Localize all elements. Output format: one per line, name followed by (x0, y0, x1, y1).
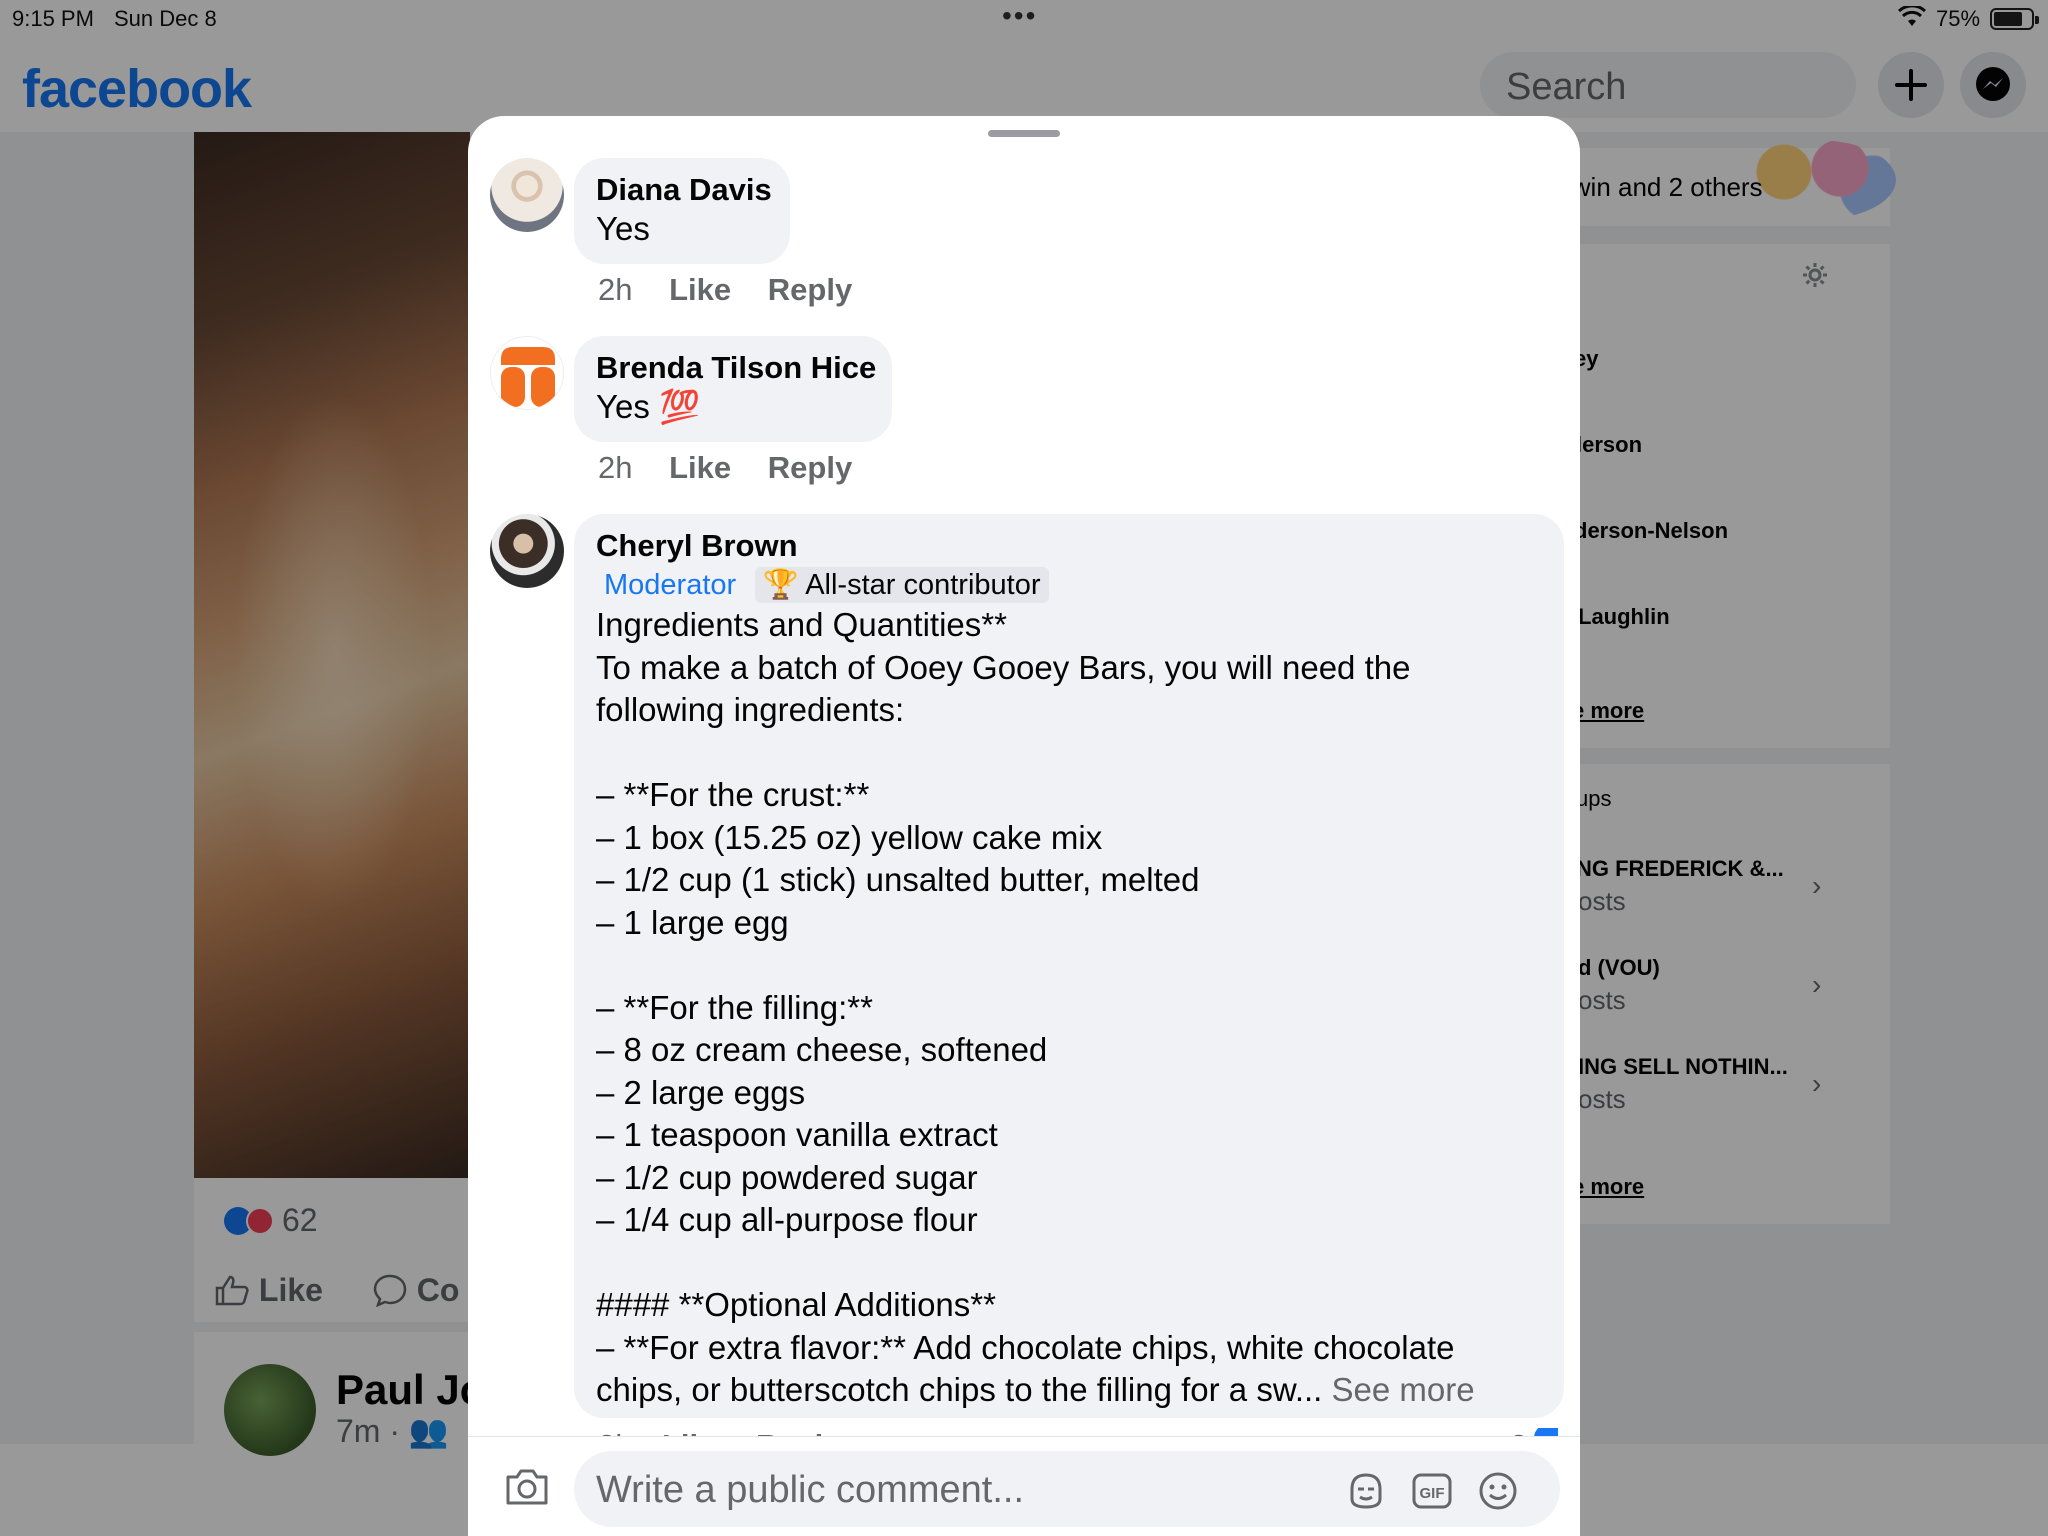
comment-meta: 2h Like Reply (598, 272, 880, 308)
comment-reply-button[interactable]: Reply (768, 272, 852, 307)
comment-body: Ingredients and Quantities** To make a b… (596, 604, 1542, 1412)
svg-text:GIF: GIF (1420, 1485, 1445, 1502)
comment-input[interactable]: Write a public comment... GIF (574, 1451, 1560, 1527)
emoji-icon[interactable] (1476, 1469, 1520, 1513)
comment-like-button[interactable]: Like (669, 450, 731, 485)
moderator-badge[interactable]: Moderator (596, 567, 744, 603)
comment-text: Ingredients and Quantities** To make a b… (596, 606, 1455, 1408)
all-star-contributor-badge[interactable]: 🏆 All-star contributor (754, 567, 1049, 603)
commenter-name[interactable]: Diana Davis (596, 172, 772, 208)
camera-icon[interactable] (504, 1465, 550, 1507)
member-badges: Moderator 🏆 All-star contributor (596, 567, 1542, 603)
comment-text: Yes 💯 (596, 388, 701, 425)
comment-composer: Write a public comment... GIF (468, 1436, 1580, 1536)
commenter-avatar[interactable] (490, 514, 564, 588)
commenter-avatar[interactable] (490, 158, 564, 232)
comment-input-placeholder: Write a public comment... (596, 1469, 1025, 1511)
avatar-sticker-icon[interactable] (1344, 1469, 1388, 1513)
comment-text: Yes (596, 210, 650, 247)
gif-icon[interactable]: GIF (1410, 1469, 1454, 1513)
comment-time: 2h (598, 450, 633, 485)
commenter-name[interactable]: Cheryl Brown (596, 528, 1542, 564)
sheet-grabber-handle[interactable] (988, 130, 1060, 137)
comment-bubble: Diana Davis Yes (574, 158, 790, 264)
comment-time: 2h (598, 272, 633, 307)
comment-meta: 2h Like Reply (598, 450, 880, 486)
comment-bubble: Cheryl Brown Moderator 🏆 All-star contri… (574, 514, 1564, 1418)
comment-bubble: Brenda Tilson Hice Yes 💯 (574, 336, 892, 442)
comment-reply-button[interactable]: Reply (768, 450, 852, 485)
commenter-name[interactable]: Brenda Tilson Hice (596, 350, 876, 386)
comment-like-button[interactable]: Like (669, 272, 731, 307)
comments-sheet: Diana Davis Yes 2h Like Reply Brenda Til… (468, 116, 1580, 1536)
commenter-avatar[interactable] (490, 336, 564, 410)
commenter-logo-image (501, 347, 555, 407)
see-more-link[interactable]: See more (1332, 1371, 1475, 1408)
